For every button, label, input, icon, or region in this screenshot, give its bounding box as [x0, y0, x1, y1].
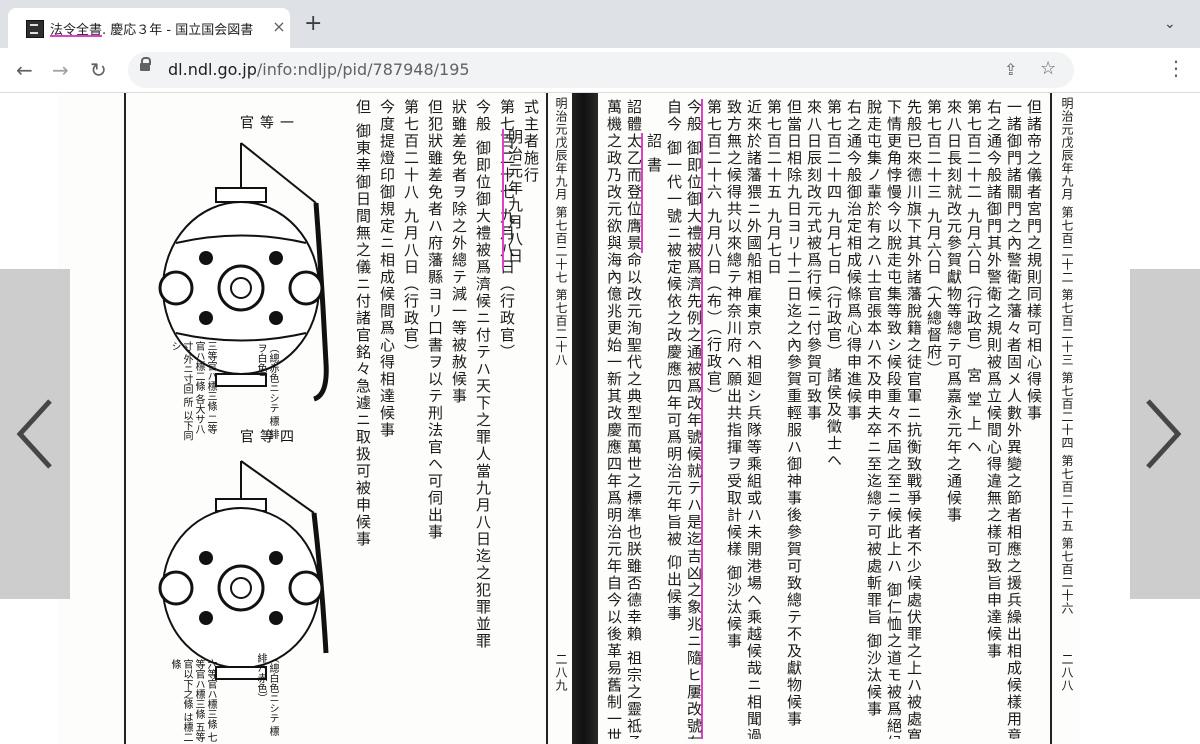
left-col-5: 狀雖差免者ヲ除之外總テ減一等被赦候事	[450, 99, 468, 405]
address-bar[interactable]: dl.ndl.go.jp/info:ndljp/pid/787948/195 ⇪…	[128, 52, 1074, 88]
site-favicon-icon	[26, 20, 44, 38]
right-col-8: 下情更角悖慢今以脫走屯集等致シ候段重々不屆之至ニ候此上ハ 御仁恤之道モ被爲絕候ニ…	[885, 99, 903, 739]
right-col-17: 第七百二十六 九月八日（布）（行政官）	[701, 99, 724, 739]
url-text[interactable]: dl.ndl.go.jp/info:ndljp/pid/787948/195	[168, 60, 470, 79]
chevron-right-icon	[1146, 399, 1182, 469]
right-col-11: 第七百二十四 九月七日（行政官） 諸侯及徵士ヘ	[825, 99, 843, 470]
left-col-1: 但 御東幸御日間無之儀ニ付諸官銘々急遽ニ取扱可被申候事	[354, 99, 372, 548]
right-col-1: 但諸帝之儀者宮門之規則同樣可相心得候事	[1025, 99, 1043, 422]
right-col-19: 自今 御一代一號ニ被定候依之改慶應四年可爲明治元年旨被 仰出候事	[665, 99, 683, 623]
left-col-4: 但犯狀雖差免者ハ府藩縣ヨリ口書ヲ以テ刑法官ヘ可伺出事	[426, 99, 444, 541]
right-col-7: 先般已來德川旗下其外諸藩脫籍之徒官軍ニ抗衡致戰爭候者不少候處伏罪之上ハ被處寬典候…	[905, 99, 923, 739]
active-tab[interactable]: 法令全書. 慶応３年 - 国立国会図書 ×	[8, 8, 290, 48]
right-col-22: 萬機之政乃改元欲與海內億兆更始一新其改慶應四年爲明治元年自今以後革易舊制一世一元…	[605, 99, 623, 739]
right-frame-line	[1050, 93, 1052, 744]
tab-title: 法令全書. 慶応３年 - 国立国会図書	[50, 19, 264, 38]
left-frame-line-right	[546, 93, 548, 744]
lantern-2-note-2: 六等官ハ標三條 七等官ハ標三條 五等官以下之條 は標二條	[169, 659, 216, 743]
tab-search-icon[interactable]: ⌄	[1164, 16, 1176, 32]
url-host: dl.ndl.go.jp	[168, 60, 257, 79]
browser-toolbar: ← → ↻ dl.ndl.go.jp/info:ndljp/pid/787948…	[0, 48, 1200, 93]
left-running-head: 明治元戊辰年九月 第七百二十七 第七百二十八	[554, 97, 568, 367]
right-running-head: 明治元戊辰年九月 第七百二十二 第七百二十三 第七百二十四 第七百二十五 第七百…	[1060, 97, 1074, 616]
chevron-left-icon	[16, 399, 52, 469]
right-col-16: 致方無之候得共以來總テ神奈川府ヘ願出共指揮ヲ受取計候樣 御沙汰候事	[725, 99, 743, 650]
browser-menu-icon[interactable]: ⋮	[1166, 56, 1186, 80]
right-page-number: 二八八	[1060, 653, 1074, 692]
right-page-scan: 明治元戊辰年九月 第七百二十二 第七百二十三 第七百二十四 第七百二十五 第七百…	[598, 93, 1080, 744]
reload-icon[interactable]: ↻	[90, 58, 107, 82]
right-col-15: 近來於諸藩猥ニ外國船相雇東京ヘ相廻シ兵隊等乘組或ハ未開港場ヘ乘越候哉ニ相聞過去候…	[745, 99, 763, 739]
right-col-14: 第七百二十五 九月七日	[765, 99, 783, 276]
right-col-10: 右之通今般御治定相成候條爲心得申進候事	[845, 99, 863, 422]
bookmark-star-icon[interactable]: ☆	[1040, 58, 1056, 79]
right-col-2: 一諸御門諸關門之內警衛之藩々者固メ人數外異變之節者相應之援兵繰出相成候樣用意可致…	[1005, 99, 1023, 739]
left-page-scan: 明治元戊辰年九月 第七百二十七 第七百二十八 二八九 但 御東幸御日間無之儀ニ付…	[58, 93, 572, 744]
right-col-20: 詔 書	[641, 133, 664, 253]
right-col-6: 第七百二十三 九月六日（大總督府）	[925, 99, 943, 378]
lantern-1-note: （總赤色ニシテ 標 緋ヲ白色）	[255, 343, 278, 440]
lantern-1-note-2: 三等官ハ標三條 二等官ハ標二條 各大サ八寸 外ニ寸回 所 以下同シ	[169, 341, 216, 441]
left-col-2: 今度提燈印御規定ニ相成候間爲心得相達候事	[378, 99, 396, 439]
tab-title-highlight: 法令全書	[50, 23, 103, 38]
lock-icon[interactable]	[140, 57, 151, 71]
left-page-number: 二八九	[554, 653, 568, 692]
book-gutter	[572, 93, 598, 744]
document-viewer: 明治元戊辰年九月 第七百二十七 第七百二十八 二八九 但 御東幸御日間無之儀ニ付…	[0, 93, 1200, 744]
right-col-13: 但當日相除九日ヨリ十二日迄之內參賀重輕服ハ御神事後參賀可致總テ不及獻物候事	[785, 99, 803, 728]
url-path: /info:ndljp/pid/787948/195	[256, 60, 470, 79]
tab-strip: 法令全書. 慶応３年 - 国立国会図書 × + ⌄	[0, 0, 1200, 48]
right-col-12: 來八日辰刻改元式被爲行候ニ付參賀可致事	[805, 99, 823, 422]
previous-page-button[interactable]	[0, 269, 70, 599]
lantern-2-note: （總白色ニシテ 標 緋ハ赤色）	[255, 653, 278, 737]
right-col-4: 第七百二十二 九月六日（行政官） 宮 堂 上 ヘ	[965, 99, 983, 456]
back-icon[interactable]: ←	[16, 58, 33, 82]
close-tab-icon[interactable]: ×	[270, 18, 288, 36]
right-col-3: 右之通今般諸御門其外警衛之規則被爲立候間心得違無之樣可致旨申達候事	[985, 99, 1003, 660]
right-col-21: 詔體太乙而登位膺景命以改元洵聖代之典型而萬世之標準也朕雖否德幸賴 祖宗之靈祗承鴻…	[625, 99, 643, 739]
left-col-3: 第七百二十八 九月八日（行政官）	[402, 99, 420, 361]
left-col-8: 式主者施行	[522, 99, 540, 184]
left-col-6: 今般 御即位御大禮被爲濟候ニ付テハ天下之罪人當九月八日迄之犯罪並罪	[474, 99, 492, 650]
next-page-button[interactable]	[1130, 269, 1200, 599]
new-tab-button[interactable]: +	[304, 13, 322, 35]
right-col-9: 脫走屯集ノ輩於有之ハ士官張本ハ不及申夫卒ニ至迄總テ可被處斬罪旨 御沙汰候事	[865, 99, 883, 718]
left-frame-line	[124, 93, 126, 744]
share-icon[interactable]: ⇪	[1004, 60, 1017, 79]
right-col-5: 來八日長刻就改元參賀獻物等總テ可爲嘉永元年之通候事	[945, 99, 963, 524]
tab-title-rest: . 慶応３年 - 国立国会図書	[102, 23, 254, 38]
forward-icon[interactable]: →	[52, 58, 69, 82]
right-col-18: 今般 御即位御大禮被爲濟先例之通被爲改年號候就テハ是迄吉凶之象兆ニ隨ヒ屢改號有之…	[685, 99, 703, 739]
